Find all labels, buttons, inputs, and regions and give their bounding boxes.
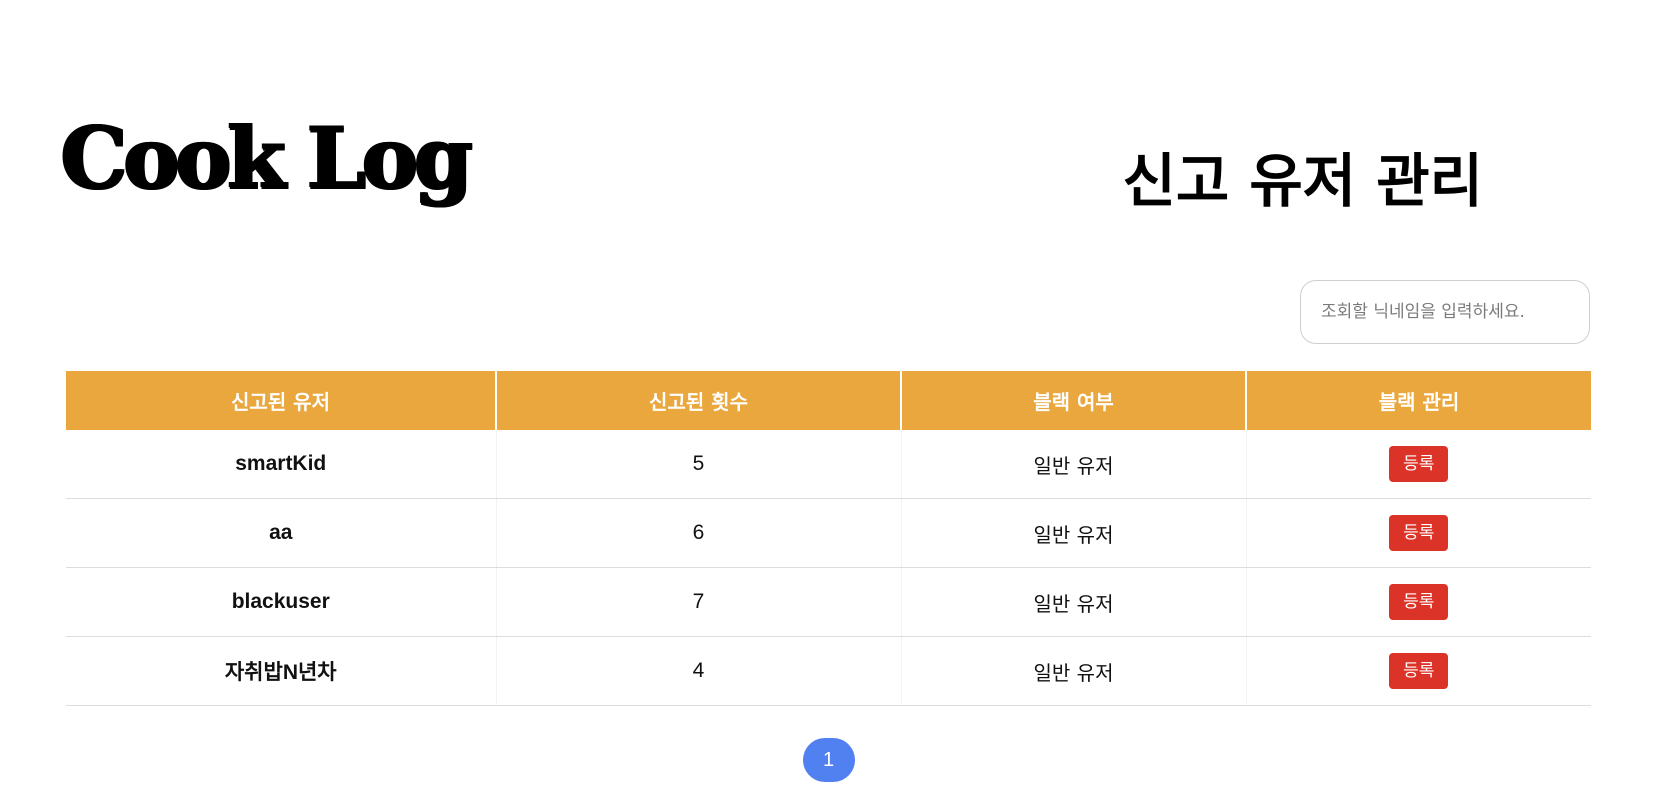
black-status: 일반 유저 [901, 636, 1247, 706]
report-count: 5 [496, 430, 902, 499]
table-row: smartKid 5 일반 유저 등록 [66, 430, 1591, 499]
reported-users-table: 신고된 유저 신고된 횟수 블랙 여부 블랙 관리 smartKid 5 일반 … [66, 371, 1591, 706]
table-row: 자취밥N년차 4 일반 유저 등록 [66, 636, 1591, 706]
reported-user-nickname: smartKid [66, 430, 497, 499]
reported-user-nickname: 자취밥N년차 [66, 636, 497, 706]
register-black-button[interactable]: 등록 [1389, 653, 1449, 689]
black-status: 일반 유저 [901, 430, 1247, 499]
report-count: 7 [496, 567, 902, 637]
black-management-cell: 등록 [1246, 636, 1591, 706]
table-body: smartKid 5 일반 유저 등록 aa 6 일반 유저 등록 blacku… [66, 430, 1591, 706]
table-row: blackuser 7 일반 유저 등록 [66, 567, 1591, 637]
page-title: 신고 유저 관리 [1122, 147, 1483, 215]
table-header: 신고된 유저 신고된 횟수 블랙 여부 블랙 관리 [66, 371, 1591, 430]
pagination: 1 [0, 738, 1657, 782]
reported-user-nickname: blackuser [66, 567, 497, 637]
register-black-button[interactable]: 등록 [1389, 584, 1449, 620]
column-header-black-management: 블랙 관리 [1246, 371, 1591, 430]
nickname-search-input[interactable] [1300, 280, 1590, 344]
black-management-cell: 등록 [1246, 567, 1591, 637]
cook-log-logo[interactable]: Cook Log [60, 112, 472, 204]
column-header-report-count: 신고된 횟수 [496, 371, 902, 430]
black-management-cell: 등록 [1246, 430, 1591, 499]
column-header-black-status: 블랙 여부 [901, 371, 1247, 430]
black-status: 일반 유저 [901, 567, 1247, 637]
column-header-reported-user: 신고된 유저 [66, 371, 497, 430]
reported-user-nickname: aa [66, 498, 497, 568]
report-count: 6 [496, 498, 902, 568]
register-black-button[interactable]: 등록 [1389, 446, 1449, 482]
table-row: aa 6 일반 유저 등록 [66, 498, 1591, 568]
page-button-1[interactable]: 1 [802, 738, 855, 782]
register-black-button[interactable]: 등록 [1389, 515, 1449, 551]
black-management-cell: 등록 [1246, 498, 1591, 568]
report-user-management-page: Cook Log 신고 유저 관리 신고된 유저 신고된 횟수 블랙 여부 블랙… [0, 0, 1673, 797]
black-status: 일반 유저 [901, 498, 1247, 568]
table-header-row: 신고된 유저 신고된 횟수 블랙 여부 블랙 관리 [66, 371, 1591, 430]
report-count: 4 [496, 636, 902, 706]
